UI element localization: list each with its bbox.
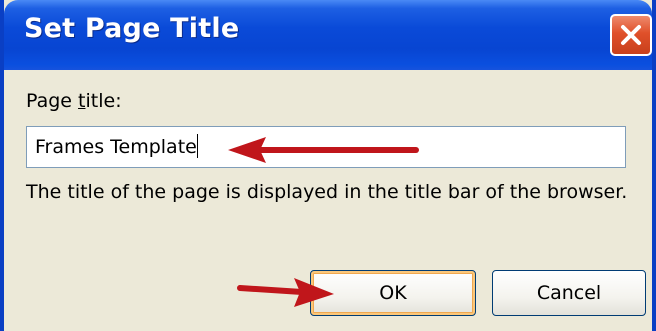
cancel-button[interactable]: Cancel bbox=[492, 270, 646, 316]
ok-button[interactable]: OK bbox=[310, 270, 476, 316]
label-suffix: itle: bbox=[85, 90, 122, 112]
label-access-key: t bbox=[78, 90, 86, 112]
close-button[interactable] bbox=[610, 14, 652, 56]
description-text: The title of the page is displayed in th… bbox=[26, 181, 628, 203]
label-prefix: Page bbox=[26, 90, 79, 112]
page-title-label: Page title: bbox=[26, 90, 122, 112]
text-caret bbox=[196, 134, 198, 158]
set-page-title-dialog: Set Page Title Page title: Frames Templa… bbox=[0, 0, 656, 331]
page-title-input-value: Frames Template bbox=[35, 136, 197, 158]
page-title-input[interactable]: Frames Template bbox=[26, 126, 626, 168]
dialog-title: Set Page Title bbox=[24, 13, 240, 44]
title-bar[interactable]: Set Page Title bbox=[4, 0, 652, 70]
close-x-icon bbox=[621, 25, 641, 45]
